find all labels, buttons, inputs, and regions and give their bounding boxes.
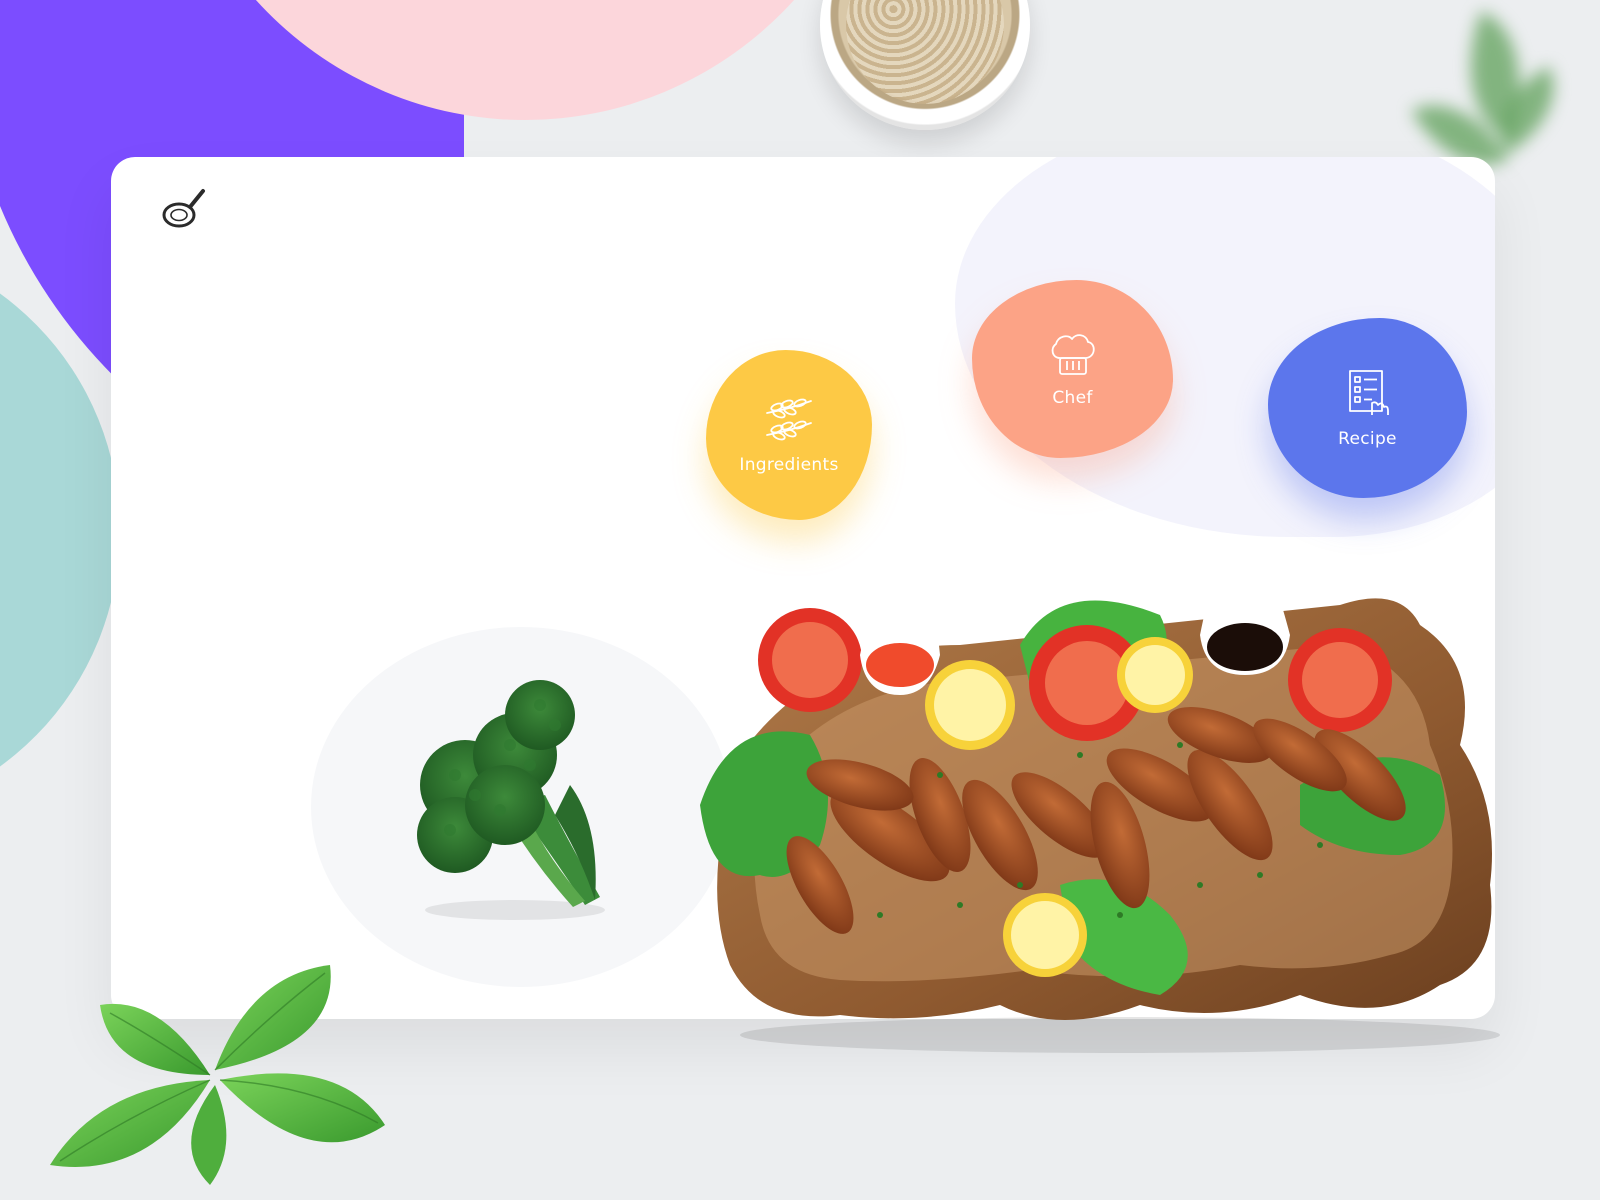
wheat-icon [763,395,815,445]
chef-button[interactable]: Chef [972,280,1173,458]
recipe-label: Recipe [1338,429,1397,449]
mint-leaves-image [50,965,385,1185]
chef-label: Chef [1052,388,1093,408]
ingredients-label: Ingredients [739,455,839,475]
oats-bowl-image [820,0,1030,130]
frying-pan-icon[interactable] [159,183,211,235]
broccoli-image [417,680,605,920]
recipe-list-icon [1344,367,1392,419]
chicken-wings-platter-image [700,585,1500,1053]
ingredients-button[interactable]: Ingredients [706,350,872,520]
chef-hat-icon [1048,330,1098,378]
recipe-button[interactable]: Recipe [1268,318,1467,498]
landing-page: Ingredients Chef Recipe [0,0,1600,1200]
